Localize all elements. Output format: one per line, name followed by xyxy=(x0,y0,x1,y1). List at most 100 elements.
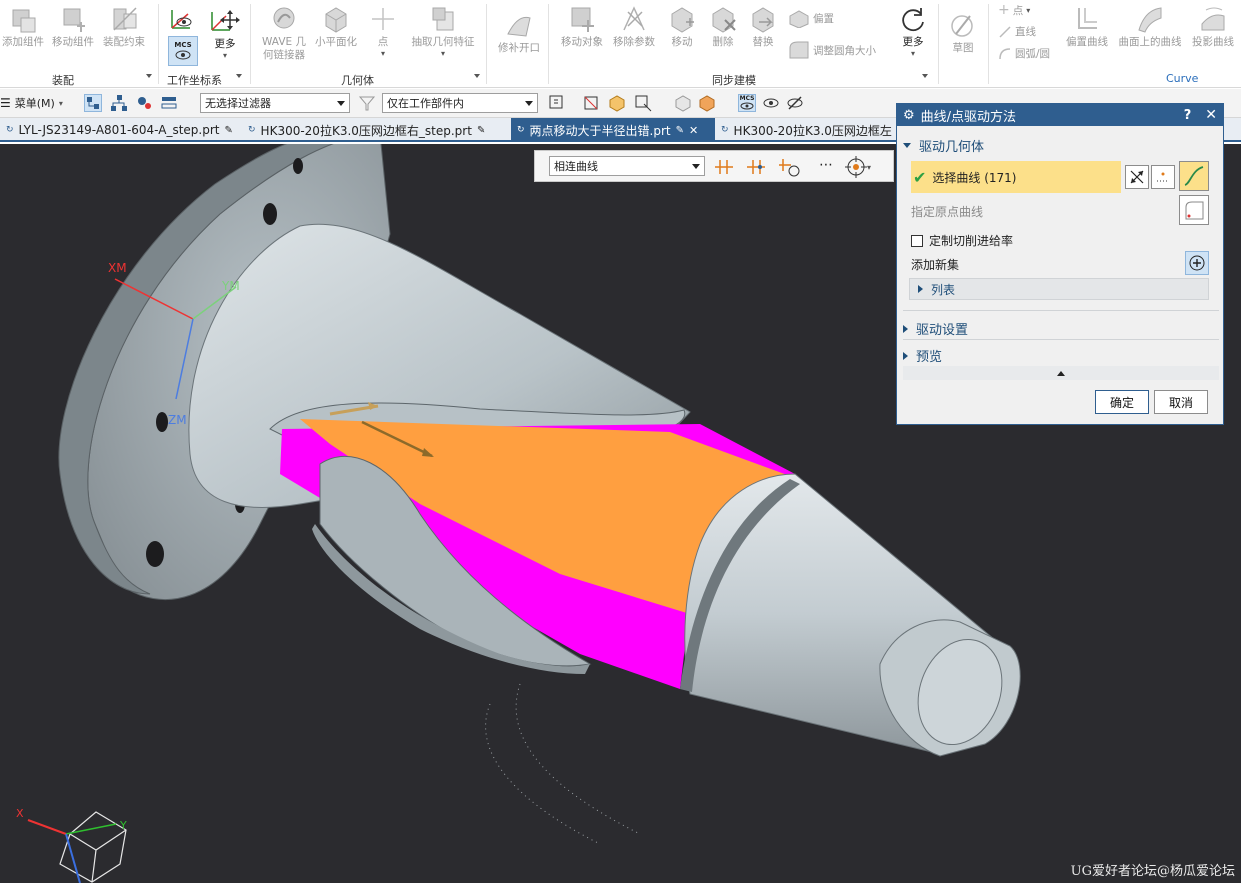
chevron-down-icon: ▾ xyxy=(1026,5,1031,15)
point-button[interactable]: 点 ▾ xyxy=(368,2,398,58)
move-face-icon xyxy=(667,2,697,36)
patch-opening-icon xyxy=(504,8,534,42)
move-face-button[interactable]: 移动 xyxy=(662,2,702,49)
add-component-button[interactable]: 添加组件 xyxy=(0,2,46,49)
wcs-move-icon[interactable] xyxy=(208,4,242,34)
snap-point-icon[interactable] xyxy=(582,94,600,112)
ok-button[interactable]: 确定 xyxy=(1095,390,1149,414)
ym-label: YM xyxy=(221,279,240,293)
tab-active-part[interactable]: ↻ 两点移动大于半径出错.prt ✎ ✕ xyxy=(511,118,715,142)
funnel-icon[interactable] xyxy=(358,94,376,112)
solid-body-icon[interactable] xyxy=(608,94,626,112)
chevron-down-icon: ▾ xyxy=(910,49,915,58)
stop-at-intersection-icon[interactable] xyxy=(745,157,767,177)
show-icon[interactable] xyxy=(762,94,780,112)
faceted-body-icon xyxy=(321,2,351,36)
dotted-point-icon xyxy=(1157,172,1169,182)
custom-feed-checkbox[interactable]: 定制切削进给率 xyxy=(911,232,1013,249)
cancel-button[interactable]: 取消 xyxy=(1154,390,1208,414)
select-type-icon[interactable] xyxy=(548,94,566,112)
hide-body-icon[interactable] xyxy=(674,94,692,112)
chevron-down-icon xyxy=(525,100,533,106)
offset-region-button[interactable]: 偏置 xyxy=(788,8,834,28)
sync-group-dropdown-icon[interactable] xyxy=(922,74,928,78)
more-options-icon[interactable]: ⋯ xyxy=(817,157,835,177)
extract-geometry-icon xyxy=(428,2,458,36)
close-icon[interactable]: ✕ xyxy=(689,124,698,137)
point-constructor-button[interactable] xyxy=(1151,165,1175,189)
collapse-bar[interactable] xyxy=(903,366,1219,380)
offset-region-icon xyxy=(789,10,809,28)
move-component-button[interactable]: 移动组件 xyxy=(48,2,98,49)
wave-linker-button[interactable]: WAVE 几 何链接器 xyxy=(258,2,310,62)
geometry-group-label: 几何体 xyxy=(341,74,374,87)
dialog-titlebar[interactable]: ⚙ 曲线/点驱动方法 ? ✕ xyxy=(897,104,1223,126)
projected-curve-button[interactable]: 投影曲线 xyxy=(1188,2,1238,49)
zm-label: ZM xyxy=(168,413,187,427)
assembly-constraint-button[interactable]: 装配约束 xyxy=(100,2,148,49)
selection-scope-dropdown[interactable]: 仅在工作部件内 xyxy=(382,93,538,113)
tab-lyl[interactable]: ↻ LYL-JS23149-A801-604-A_step.prt ✎ xyxy=(0,118,239,142)
sketch-button[interactable]: 草图 xyxy=(946,8,980,55)
sync-more-button[interactable]: 更多 ▾ xyxy=(898,2,928,58)
close-button[interactable]: ✕ xyxy=(1205,107,1217,123)
geometry-group-dropdown-icon[interactable] xyxy=(474,74,480,78)
small-plane-button[interactable]: 小平面化 xyxy=(312,2,360,49)
offset-curve-button[interactable]: 偏置曲线 xyxy=(1062,2,1112,49)
add-new-set-button[interactable] xyxy=(1185,251,1209,275)
curve-selection-button[interactable] xyxy=(1179,161,1209,191)
separator xyxy=(158,4,159,84)
tree-icon[interactable] xyxy=(110,94,128,112)
hide-icon[interactable] xyxy=(786,94,804,112)
curve-rule-bar: 相连曲线 ⋯ ▾ xyxy=(534,150,894,182)
selection-filter-dropdown[interactable]: 无选择过滤器 xyxy=(200,93,350,113)
curve-point-button[interactable]: + 点 ▾ xyxy=(998,2,1030,18)
remove-parameters-button[interactable]: 移除参数 xyxy=(610,2,658,49)
select-curve-row[interactable]: ✔ 选择曲线 (171) xyxy=(911,161,1121,193)
toolbar-mcs-button[interactable]: MCS xyxy=(738,94,756,112)
resize-blend-button[interactable]: 调整圆角大小 xyxy=(788,40,876,60)
chevron-down-icon: ▾ xyxy=(380,49,385,58)
help-button[interactable]: ? xyxy=(1184,108,1192,123)
origin-curve-button[interactable] xyxy=(1179,195,1209,225)
view-triad: X Y xyxy=(16,807,127,883)
menu-button[interactable]: ☰ 菜单(M) ▾ xyxy=(0,94,63,112)
patch-opening-button[interactable]: 修补开口 xyxy=(494,8,544,55)
snap-point-dropdown[interactable]: ▾ xyxy=(845,156,879,178)
assembly-group-dropdown-icon[interactable] xyxy=(146,74,152,78)
corner-curve-icon xyxy=(1185,201,1204,220)
chevron-down-icon: ▾ xyxy=(867,162,872,172)
assembly-navigator-icon[interactable] xyxy=(84,94,102,112)
chevron-down-icon xyxy=(692,163,700,169)
wcs-more-button[interactable]: 更多 ▾ xyxy=(212,38,238,60)
mcs-button[interactable]: MCS xyxy=(168,36,198,66)
curve-on-surface-button[interactable]: 曲面上的曲线 xyxy=(1116,2,1184,49)
extract-geometry-button[interactable]: 抽取几何特征 ▾ xyxy=(408,2,478,58)
arc-circle-button[interactable]: 圆弧/圆 xyxy=(998,46,1050,61)
curve-rule-dropdown[interactable]: 相连曲线 xyxy=(549,156,705,176)
show-body-icon[interactable] xyxy=(698,94,716,112)
plus-circle-icon xyxy=(1189,255,1205,271)
refresh-icon: ↻ xyxy=(517,125,525,135)
components-icon[interactable] xyxy=(136,94,154,112)
move-object-button[interactable]: 移动对象 xyxy=(558,2,606,49)
tangent-curves-icon[interactable] xyxy=(713,157,735,177)
select-point-icon[interactable] xyxy=(634,94,652,112)
preview-section-header[interactable]: 预览 xyxy=(903,346,942,365)
reverse-direction-button[interactable] xyxy=(1125,165,1149,189)
edit-icon: ✎ xyxy=(476,124,486,136)
move-object-icon xyxy=(567,2,597,36)
replace-face-button[interactable]: 替换 xyxy=(744,2,782,49)
delete-face-button[interactable]: 删除 xyxy=(704,2,742,49)
list-expander[interactable]: 列表 xyxy=(909,278,1209,300)
separator xyxy=(250,4,251,84)
line-button[interactable]: 直线 xyxy=(998,24,1036,39)
tab-hk300-right[interactable]: ↻ HK300-20拉K3.0压网边框右_step.prt ✎ xyxy=(242,118,491,142)
layer-icon[interactable] xyxy=(160,94,178,112)
wcs-group-dropdown-icon[interactable] xyxy=(236,74,242,78)
drive-settings-section-header[interactable]: 驱动设置 xyxy=(903,319,968,338)
drive-geometry-section-header[interactable]: 驱动几何体 xyxy=(903,136,984,155)
tab-hk300-left[interactable]: ↻ HK300-20拉K3.0压网边框左 xyxy=(715,118,898,142)
wcs-display-icon[interactable] xyxy=(168,4,196,32)
follow-fillet-icon[interactable] xyxy=(777,157,803,177)
